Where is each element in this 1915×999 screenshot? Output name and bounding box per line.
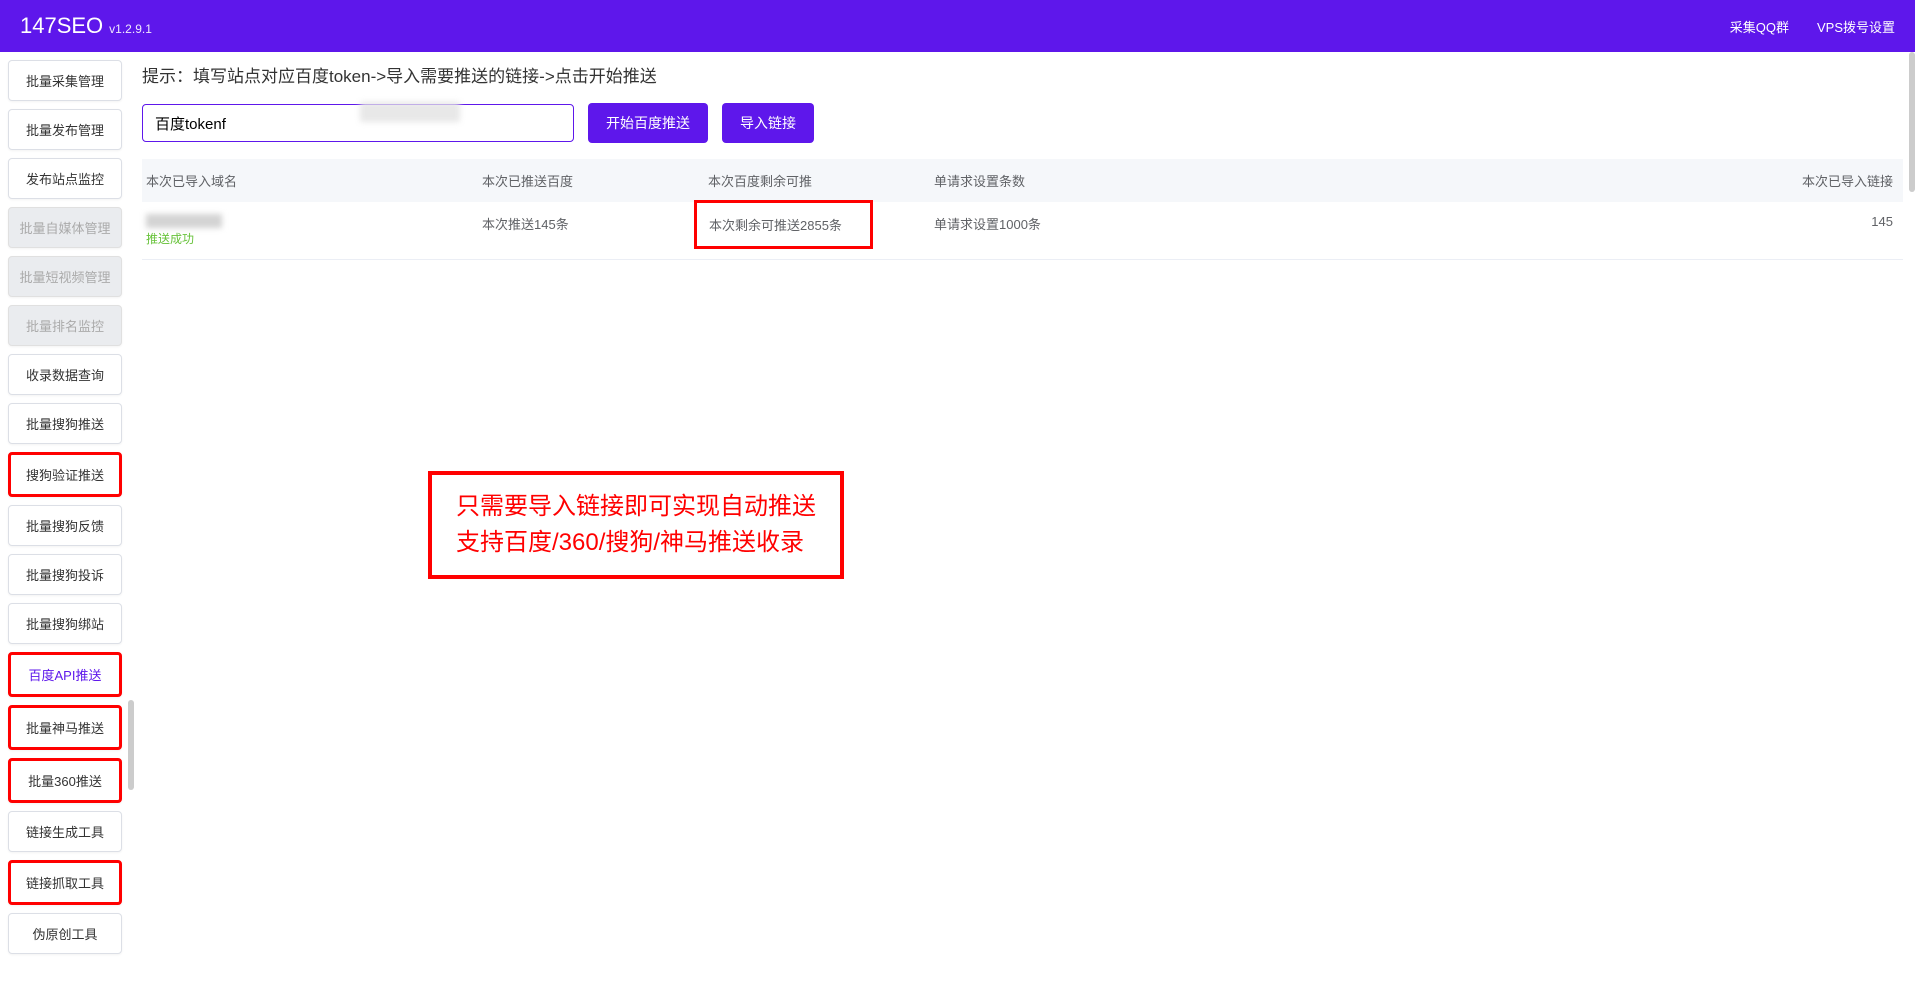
- table-header-remaining: 本次百度剩余可推: [708, 171, 934, 190]
- sidebar-item-index-query[interactable]: 收录数据查询: [8, 354, 122, 395]
- sidebar-item-360-push[interactable]: 批量360推送: [8, 758, 122, 803]
- sidebar-item-sogou-feedback[interactable]: 批量搜狗反馈: [8, 505, 122, 546]
- table-row: 推送成功 本次推送145条 本次剩余可推送2855条 单请求设置1000条 14…: [142, 202, 1903, 260]
- table-header-per-request: 单请求设置条数: [934, 171, 1408, 190]
- domain-blur-mask: [146, 214, 222, 228]
- sidebar-item-sogou-push[interactable]: 批量搜狗推送: [8, 403, 122, 444]
- sidebar-item-link-generator[interactable]: 链接生成工具: [8, 811, 122, 852]
- hint-text: 提示：填写站点对应百度token->导入需要推送的链接->点击开始推送: [142, 62, 1903, 87]
- sidebar-item-link-crawler[interactable]: 链接抓取工具: [8, 860, 122, 905]
- start-baidu-push-button[interactable]: 开始百度推送: [588, 103, 708, 143]
- table-cell-per-request: 单请求设置1000条: [934, 214, 1408, 247]
- sidebar-item-shenma-push[interactable]: 批量神马推送: [8, 705, 122, 750]
- annotation-overlay: 只需要导入链接即可实现自动推送 支持百度/360/搜狗/神马推送收录: [428, 471, 844, 579]
- push-table: 本次已导入域名 本次已推送百度 本次百度剩余可推 单请求设置条数 本次已导入链接…: [142, 159, 1903, 260]
- sidebar-item-baidu-api-push[interactable]: 百度API推送: [8, 652, 122, 697]
- table-header-imported: 本次已导入链接: [1408, 171, 1903, 190]
- app-header: 147SEO v1.2.9.1 采集QQ群 VPS拨号设置: [0, 0, 1915, 52]
- sidebar-item-sogou-verify-push[interactable]: 搜狗验证推送: [8, 452, 122, 497]
- sidebar-item-sogou-bind[interactable]: 批量搜狗绑站: [8, 603, 122, 644]
- vps-settings-link[interactable]: VPS拨号设置: [1817, 17, 1895, 36]
- table-header-row: 本次已导入域名 本次已推送百度 本次百度剩余可推 单请求设置条数 本次已导入链接: [142, 159, 1903, 202]
- header-right: 采集QQ群 VPS拨号设置: [1730, 17, 1895, 36]
- push-success-text: 推送成功: [146, 230, 482, 247]
- sidebar-item-sogou-complaint[interactable]: 批量搜狗投诉: [8, 554, 122, 595]
- header-left: 147SEO v1.2.9.1: [20, 13, 152, 39]
- remaining-highlight-box: 本次剩余可推送2855条: [694, 200, 873, 249]
- sidebar-item-batch-publish[interactable]: 批量发布管理: [8, 109, 122, 150]
- table-cell-remaining: 本次剩余可推送2855条: [708, 214, 934, 247]
- table-cell-pushed: 本次推送145条: [482, 214, 708, 247]
- page-scrollbar-thumb[interactable]: [1909, 52, 1915, 192]
- app-version: v1.2.9.1: [109, 22, 152, 36]
- table-header-pushed: 本次已推送百度: [482, 171, 708, 190]
- app-title: 147SEO: [20, 13, 103, 39]
- baidu-token-input[interactable]: [142, 104, 574, 142]
- annotation-line-2: 支持百度/360/搜狗/神马推送收录: [456, 525, 816, 561]
- sidebar-item-rank-monitor: 批量排名监控: [8, 305, 122, 346]
- table-cell-imported: 145: [1408, 214, 1903, 247]
- table-cell-domain: 推送成功: [142, 214, 482, 247]
- annotation-line-1: 只需要导入链接即可实现自动推送: [456, 489, 816, 525]
- sidebar-item-selfmedia: 批量自媒体管理: [8, 207, 122, 248]
- page-scrollbar-track[interactable]: [1909, 52, 1915, 999]
- sidebar-item-batch-collect[interactable]: 批量采集管理: [8, 60, 122, 101]
- import-links-button[interactable]: 导入链接: [722, 103, 814, 143]
- main-content: 提示：填写站点对应百度token->导入需要推送的链接->点击开始推送 开始百度…: [130, 52, 1915, 962]
- table-header-domain: 本次已导入域名: [142, 171, 482, 190]
- input-row: 开始百度推送 导入链接: [142, 103, 1903, 143]
- sidebar: 批量采集管理 批量发布管理 发布站点监控 批量自媒体管理 批量短视频管理 批量排…: [0, 52, 130, 962]
- qq-group-link[interactable]: 采集QQ群: [1730, 17, 1789, 36]
- sidebar-item-shortvideo: 批量短视频管理: [8, 256, 122, 297]
- sidebar-item-pseudo-original[interactable]: 伪原创工具: [8, 913, 122, 954]
- app-container: 批量采集管理 批量发布管理 发布站点监控 批量自媒体管理 批量短视频管理 批量排…: [0, 52, 1915, 962]
- sidebar-item-publish-monitor[interactable]: 发布站点监控: [8, 158, 122, 199]
